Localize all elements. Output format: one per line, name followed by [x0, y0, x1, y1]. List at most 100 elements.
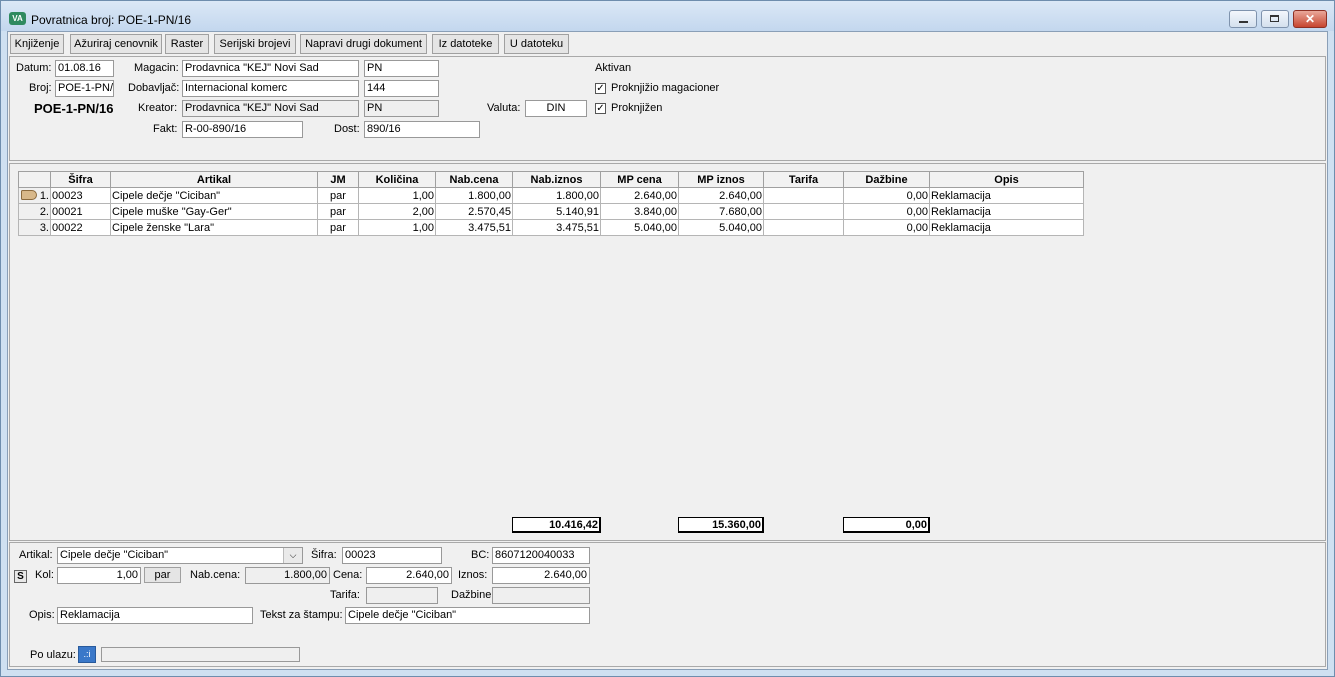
cell-kolicina[interactable]: 2,00 — [358, 203, 436, 220]
cell-nab-cena[interactable]: 3.475,51 — [435, 219, 513, 236]
close-button[interactable]: ✕ — [1293, 10, 1327, 28]
cell-artikal[interactable]: Cipele ženske "Lara" — [110, 219, 318, 236]
cell-mp-cena[interactable]: 3.840,00 — [600, 203, 679, 220]
col-artikal[interactable]: Artikal — [110, 171, 318, 188]
s-button[interactable]: S — [14, 570, 27, 583]
table-row[interactable]: 1. 00023 Cipele dečje "Ciciban" par 1,00… — [18, 187, 1084, 204]
col-dazbine[interactable]: Dažbine — [843, 171, 930, 188]
cell-nab-cena[interactable]: 1.800,00 — [435, 187, 513, 204]
col-nab-iznos[interactable]: Nab.iznos — [512, 171, 601, 188]
jm-button[interactable]: par — [144, 567, 181, 583]
maximize-button[interactable] — [1261, 10, 1289, 28]
tekst-za-stampu-input[interactable]: Cipele dečje "Ciciban" — [345, 607, 590, 624]
cell-kolicina[interactable]: 1,00 — [358, 219, 436, 236]
cena-label: Cena: — [333, 569, 363, 581]
cell-dazbine[interactable]: 0,00 — [843, 187, 930, 204]
minimize-button[interactable] — [1229, 10, 1257, 28]
cell-mp-iznos[interactable]: 5.040,00 — [678, 219, 764, 236]
col-tarifa[interactable]: Tarifa — [763, 171, 844, 188]
iznos-input[interactable]: 2.640,00 — [492, 567, 590, 584]
col-sifra[interactable]: Šifra — [50, 171, 111, 188]
row-number: 3. — [18, 219, 51, 236]
col-jm[interactable]: JM — [317, 171, 359, 188]
magacin-code-input[interactable]: PN — [364, 60, 439, 77]
cell-nab-iznos[interactable]: 5.140,91 — [512, 203, 601, 220]
proknjizio-checkbox[interactable]: ✓ — [595, 83, 606, 94]
cena-input[interactable]: 2.640,00 — [366, 567, 452, 584]
dazbine-label: Dažbine: — [451, 589, 495, 601]
valuta-input[interactable]: DIN — [525, 100, 587, 117]
proknjizen-checkbox[interactable]: ✓ — [595, 103, 606, 114]
cell-jm[interactable]: par — [317, 203, 359, 220]
po-ulazu-button[interactable]: .:i — [78, 646, 96, 663]
fakt-input[interactable]: R-00-890/16 — [182, 121, 303, 138]
tarifa-input — [366, 587, 438, 604]
col-opis[interactable]: Opis — [929, 171, 1084, 188]
dost-input[interactable]: 890/16 — [364, 121, 480, 138]
total-dazbine: 0,00 — [843, 517, 930, 533]
cell-opis[interactable]: Reklamacija — [929, 187, 1084, 204]
tarifa-label: Tarifa: — [330, 589, 360, 601]
col-mp-cena[interactable]: MP cena — [600, 171, 679, 188]
knjizenje-button[interactable]: Knjiženje — [10, 34, 64, 54]
table-row[interactable]: 2. 00021 Cipele muške "Gay-Ger" par 2,00… — [18, 203, 1084, 220]
artikal-select[interactable]: Cipele dečje "Ciciban" ⌵ — [57, 547, 303, 564]
datum-input[interactable]: 01.08.16 — [55, 60, 114, 77]
col-mp-iznos[interactable]: MP iznos — [678, 171, 764, 188]
cell-sifra[interactable]: 00022 — [50, 219, 111, 236]
cell-jm[interactable]: par — [317, 187, 359, 204]
document-window: VA Povratnica broj: POE-1-PN/16 ✕ Knjiže… — [0, 0, 1335, 677]
cell-mp-iznos[interactable]: 2.640,00 — [678, 187, 764, 204]
cell-jm[interactable]: par — [317, 219, 359, 236]
cell-nab-cena[interactable]: 2.570,45 — [435, 203, 513, 220]
kol-input[interactable]: 1,00 — [57, 567, 141, 584]
raster-button[interactable]: Raster — [165, 34, 209, 54]
cell-artikal[interactable]: Cipele muške "Gay-Ger" — [110, 203, 318, 220]
dobavljac-input[interactable]: Internacional komerc — [182, 80, 359, 97]
cell-sifra[interactable]: 00023 — [50, 187, 111, 204]
artikal-select-value: Cipele dečje "Ciciban" — [60, 549, 169, 561]
cell-tarifa[interactable] — [763, 219, 844, 236]
kreator-input: Prodavnica "KEJ" Novi Sad — [182, 100, 359, 117]
cell-mp-cena[interactable]: 5.040,00 — [600, 219, 679, 236]
sifra-input[interactable]: 00023 — [342, 547, 442, 564]
cell-tarifa[interactable] — [763, 187, 844, 204]
azuriraj-cenovnik-button[interactable]: Ažuriraj cenovnik — [70, 34, 162, 54]
cell-sifra[interactable]: 00021 — [50, 203, 111, 220]
cell-opis[interactable]: Reklamacija — [929, 219, 1084, 236]
bc-input[interactable]: 8607120040033 — [492, 547, 590, 564]
cell-nab-iznos[interactable]: 3.475,51 — [512, 219, 601, 236]
cell-tarifa[interactable] — [763, 203, 844, 220]
maximize-icon — [1270, 15, 1279, 22]
magacin-input[interactable]: Prodavnica "KEJ" Novi Sad — [182, 60, 359, 77]
napravi-drugi-dokument-button[interactable]: Napravi drugi dokument — [300, 34, 427, 54]
cell-mp-cena[interactable]: 2.640,00 — [600, 187, 679, 204]
fakt-label: Fakt: — [153, 123, 178, 135]
u-datoteku-button[interactable]: U datoteku — [504, 34, 569, 54]
minimize-icon — [1239, 21, 1248, 23]
opis-input[interactable]: Reklamacija — [57, 607, 253, 624]
table-row[interactable]: 3. 00022 Cipele ženske "Lara" par 1,00 3… — [18, 219, 1084, 236]
datum-label: Datum: — [16, 62, 52, 74]
col-nab-cena[interactable]: Nab.cena — [435, 171, 513, 188]
broj-input[interactable]: POE-1-PN/1 — [55, 80, 114, 97]
cell-mp-iznos[interactable]: 7.680,00 — [678, 203, 764, 220]
content-area: Knjiženje Ažuriraj cenovnik Raster Serij… — [7, 31, 1328, 670]
serijski-brojevi-button[interactable]: Serijski brojevi — [214, 34, 296, 54]
document-number: POE-1-PN/16 — [34, 101, 114, 116]
cell-dazbine[interactable]: 0,00 — [843, 219, 930, 236]
cell-dazbine[interactable]: 0,00 — [843, 203, 930, 220]
title-bar[interactable]: VA Povratnica broj: POE-1-PN/16 ✕ — [1, 1, 1334, 31]
broj-label: Broj: — [29, 82, 52, 94]
cell-kolicina[interactable]: 1,00 — [358, 187, 436, 204]
chevron-down-icon[interactable]: ⌵ — [283, 548, 302, 563]
item-detail-panel: Artikal: Cipele dečje "Ciciban" ⌵ Šifra:… — [9, 542, 1326, 667]
row-number: 2. — [18, 203, 51, 220]
cell-nab-iznos[interactable]: 1.800,00 — [512, 187, 601, 204]
col-kolicina[interactable]: Količina — [358, 171, 436, 188]
cell-opis[interactable]: Reklamacija — [929, 203, 1084, 220]
cell-artikal[interactable]: Cipele dečje "Ciciban" — [110, 187, 318, 204]
kol-label: Kol: — [35, 569, 54, 581]
iz-datoteke-button[interactable]: Iz datoteke — [432, 34, 499, 54]
dobavljac-code-input[interactable]: 144 — [364, 80, 439, 97]
